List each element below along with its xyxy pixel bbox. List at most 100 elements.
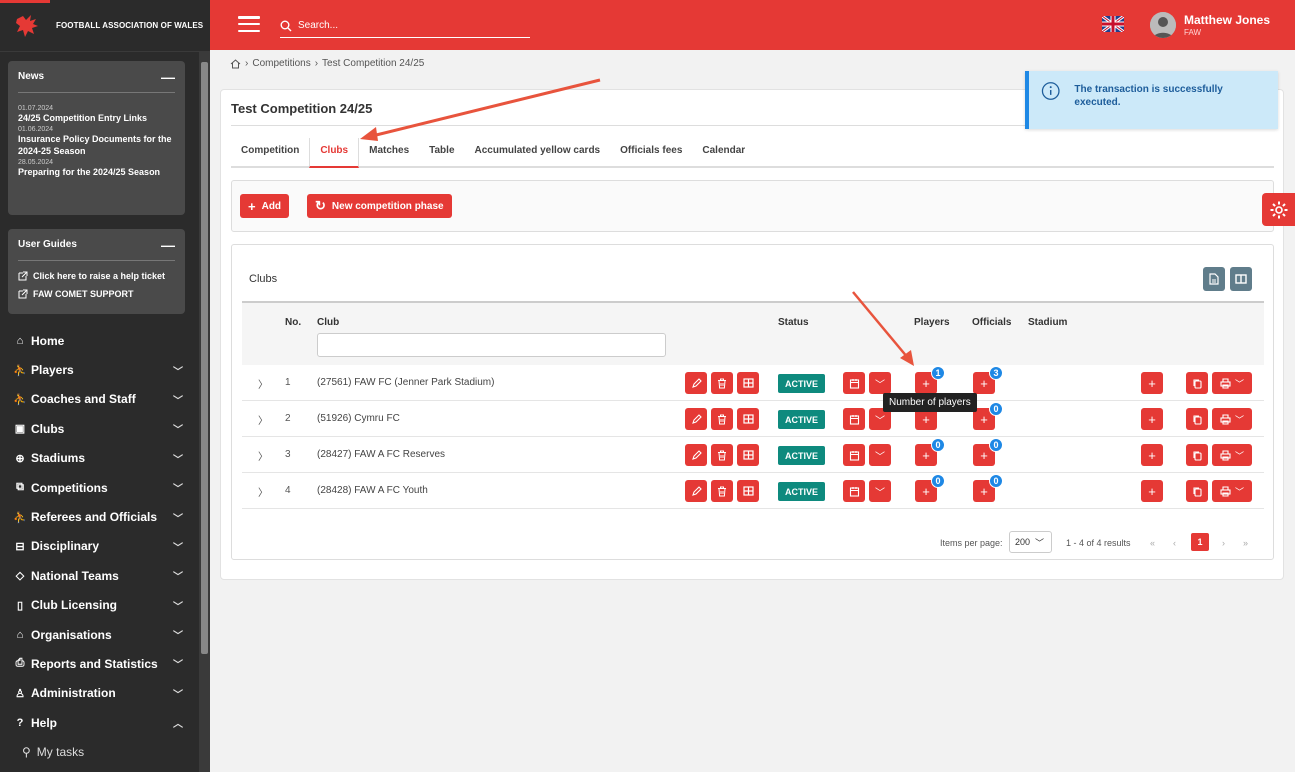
next-page-icon[interactable]: › [1222,538,1225,548]
nav-stadiums[interactable]: ⊕ Stadiums ﹀ [0,444,197,473]
add-official-button[interactable]: +3 [973,366,1003,394]
print-menu-button[interactable]: ﹀ [1212,372,1252,394]
last-page-icon[interactable]: » [1243,538,1248,548]
table-icon[interactable] [737,408,759,430]
add-player-button[interactable]: +1 [915,366,945,394]
add-player-button[interactable]: +0 [915,438,945,466]
expand-row-icon[interactable]: 〉 [258,412,268,427]
nav-competitions[interactable]: ⧉ Competitions ﹀ [0,473,197,502]
edit-icon[interactable] [685,444,707,466]
user-name[interactable]: Matthew Jones [1184,13,1270,27]
sidebar-scrollbar[interactable] [199,52,210,772]
col-club[interactable]: Club [317,317,339,328]
nav-referees[interactable]: ⛹ Referees and Officials ﹀ [0,502,197,531]
add-stadium-button[interactable]: + [1141,408,1163,430]
prev-page-icon[interactable]: ‹ [1173,538,1176,548]
club-name[interactable]: (27561) FAW FC (Jenner Park Stadium) [317,377,494,388]
first-page-icon[interactable]: « [1150,538,1155,548]
expand-row-icon[interactable]: 〉 [258,376,268,391]
nav-national-teams[interactable]: ◇ National Teams ﹀ [0,561,197,590]
collapse-icon[interactable]: — [161,237,175,253]
print-menu-button[interactable]: ﹀ [1212,444,1252,466]
add-player-button[interactable]: +0 [915,474,945,502]
add-button[interactable]: + Add [240,194,290,218]
add-stadium-button[interactable]: + [1141,444,1163,466]
calendar-icon[interactable] [843,444,865,466]
add-stadium-button[interactable]: + [1141,372,1163,394]
calendar-icon[interactable] [843,372,865,394]
copy-icon[interactable] [1186,480,1208,502]
avatar[interactable] [1150,12,1176,38]
new-phase-button[interactable]: ↻ New competition phase [307,194,452,218]
expand-row-icon[interactable]: 〉 [258,484,268,499]
col-officials[interactable]: Officials [972,317,1011,328]
col-players[interactable]: Players [914,317,950,328]
logo[interactable]: FOOTBALL ASSOCIATION OF WALES [0,0,210,52]
add-official-button[interactable]: +0 [973,474,1003,502]
news-link[interactable]: 24/25 Competition Entry Links [18,112,175,124]
table-icon[interactable] [737,444,759,466]
guide-link[interactable]: FAW COMET SUPPORT [18,285,175,303]
copy-icon[interactable] [1186,408,1208,430]
print-menu-button[interactable]: ﹀ [1212,480,1252,502]
nav-coaches[interactable]: ⛹ Coaches and Staff ﹀ [0,385,197,414]
news-header[interactable]: News — [18,61,175,93]
search-input[interactable] [298,20,518,31]
news-link[interactable]: Preparing for the 2024/25 Season [18,166,175,178]
add-official-button[interactable]: +0 [973,438,1003,466]
tab-competition[interactable]: Competition [231,138,309,168]
delete-icon[interactable] [711,372,733,394]
club-name[interactable]: (28428) FAW A FC Youth [317,485,428,496]
export-icon[interactable] [1203,267,1225,291]
home-icon[interactable] [230,58,241,69]
chevron-down-icon[interactable]: ﹀ [869,372,891,394]
columns-icon[interactable] [1230,267,1252,291]
print-menu-button[interactable]: ﹀ [1212,408,1252,430]
edit-icon[interactable] [685,408,707,430]
nav-administration[interactable]: ♙ Administration ﹀ [0,679,197,708]
delete-icon[interactable] [711,408,733,430]
club-name[interactable]: (51926) Cymru FC [317,413,400,424]
guides-header[interactable]: User Guides — [18,229,175,261]
tab-matches[interactable]: Matches [359,138,419,168]
nav-disciplinary[interactable]: ⊟ Disciplinary ﹀ [0,532,197,561]
tab-clubs[interactable]: Clubs [309,138,360,168]
tab-calendar[interactable]: Calendar [692,138,755,168]
nav-organisations[interactable]: ⌂ Organisations ﹀ [0,620,197,649]
chevron-down-icon[interactable]: ﹀ [869,480,891,502]
menu-icon[interactable] [238,16,260,32]
nav-help[interactable]: ? Help ︿ [0,708,197,737]
collapse-icon[interactable]: — [161,69,175,85]
expand-row-icon[interactable]: 〉 [258,448,268,463]
table-icon[interactable] [737,372,759,394]
nav-home[interactable]: ⌂ Home [0,326,197,355]
club-name[interactable]: (28427) FAW A FC Reserves [317,449,445,460]
edit-icon[interactable] [685,372,707,394]
tab-yellow-cards[interactable]: Accumulated yellow cards [465,138,611,168]
club-filter-input[interactable] [317,333,666,357]
copy-icon[interactable] [1186,372,1208,394]
nav-reports[interactable]: ⎙ Reports and Statistics ﹀ [0,649,197,678]
uk-flag-icon[interactable] [1102,16,1124,32]
delete-icon[interactable] [711,444,733,466]
table-icon[interactable] [737,480,759,502]
breadcrumb-link[interactable]: Competitions [252,58,310,69]
settings-gear-icon[interactable] [1262,193,1295,226]
add-stadium-button[interactable]: + [1141,480,1163,502]
calendar-icon[interactable] [843,480,865,502]
nav-club-licensing[interactable]: ▯ Club Licensing ﹀ [0,591,197,620]
tab-officials-fees[interactable]: Officials fees [610,138,692,168]
nav-my-tasks[interactable]: ⚲ My tasks [0,737,197,766]
copy-icon[interactable] [1186,444,1208,466]
guide-link[interactable]: Click here to raise a help ticket [18,267,175,285]
col-stadium[interactable]: Stadium [1028,317,1067,328]
page-size-select[interactable]: 200 ﹀ [1009,531,1052,553]
calendar-icon[interactable] [843,408,865,430]
col-status[interactable]: Status [778,317,809,328]
tab-table[interactable]: Table [419,138,464,168]
search-bar[interactable] [280,14,530,38]
page-current[interactable]: 1 [1191,533,1209,551]
edit-icon[interactable] [685,480,707,502]
nav-players[interactable]: ⛹ Players ﹀ [0,355,197,384]
chevron-down-icon[interactable]: ﹀ [869,444,891,466]
